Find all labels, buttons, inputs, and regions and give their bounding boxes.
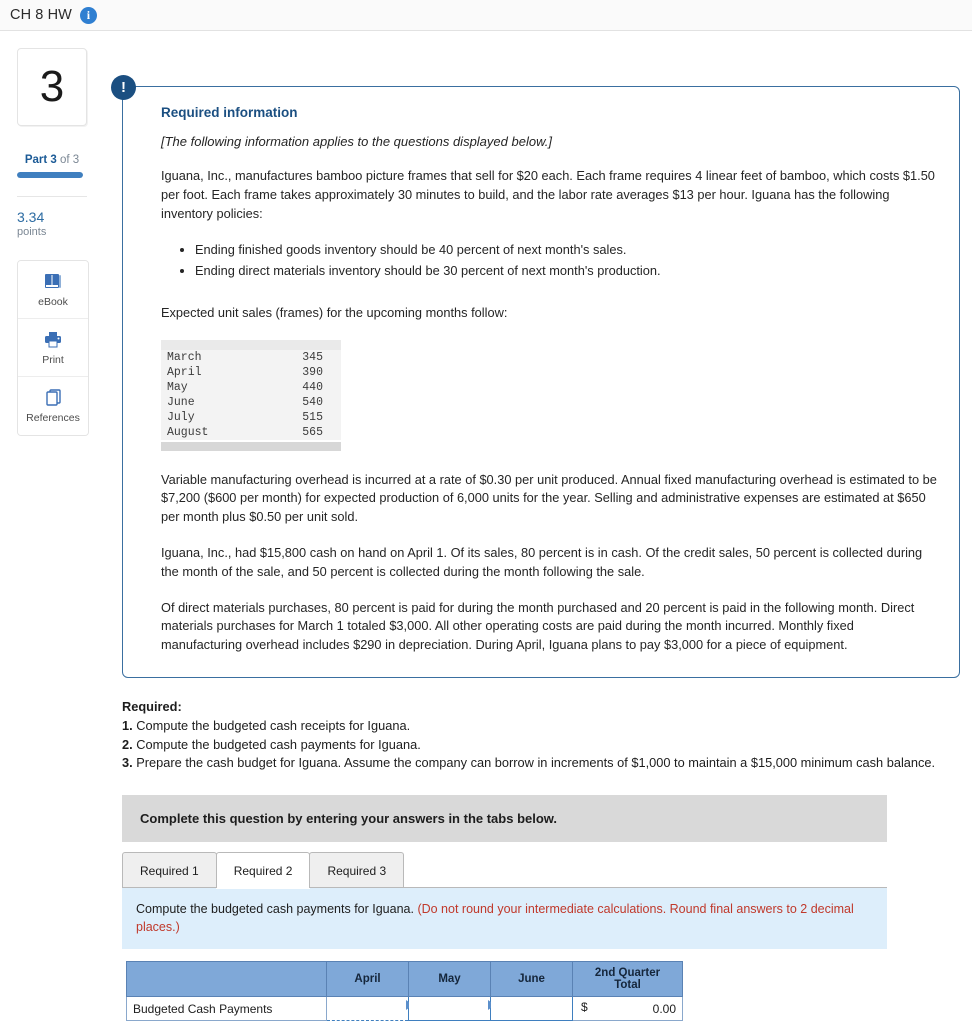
scenario-paragraph-5: Of direct materials purchases, 80 percen… <box>161 599 915 653</box>
quarter-total-value: 0.00 <box>652 1001 676 1016</box>
quarter-total-cell: $ 0.00 <box>572 996 683 1022</box>
required-item-number: 1. <box>122 717 133 733</box>
may-input-cell[interactable] <box>408 996 495 1022</box>
june-input-cell[interactable] <box>490 996 573 1022</box>
tab-required-3[interactable]: Required 3 <box>309 852 405 889</box>
table-row: June 540 <box>161 395 341 410</box>
question-number-card: 3 <box>17 48 87 126</box>
main-column: ! Required information [The following in… <box>110 31 972 1024</box>
print-icon <box>42 330 64 350</box>
list-item: Ending finished goods inventory should b… <box>195 240 937 261</box>
list-item: Ending direct materials inventory should… <box>195 261 937 282</box>
table-header-row: April May June 2nd Quarter Total <box>126 961 683 998</box>
sales-month: May <box>167 380 188 394</box>
inventory-policy-list: Ending finished goods inventory should b… <box>161 240 937 281</box>
part-current: Part 3 <box>24 154 57 166</box>
scenario-paragraph-2: Expected unit sales (frames) for the upc… <box>161 304 508 320</box>
sales-month: April <box>167 365 202 379</box>
sales-units: 540 <box>302 395 323 409</box>
tab-required-1[interactable]: Required 1 <box>122 852 217 889</box>
table-row: Budgeted Cash Payments $ 0.00 <box>126 996 683 1022</box>
instruction-text: Compute the budgeted cash payments for I… <box>136 902 418 917</box>
sales-month: July <box>167 410 195 424</box>
question-number: 3 <box>39 62 65 111</box>
header-june: June <box>490 961 573 998</box>
sales-units: 515 <box>302 410 323 424</box>
required-information-title: Required information <box>161 105 298 120</box>
references-button[interactable]: References <box>18 377 88 436</box>
part-total: of 3 <box>56 154 80 166</box>
answer-table: April May June 2nd Quarter Total Budgete… <box>126 961 683 1022</box>
required-item-text: Compute the budgeted cash receipts for I… <box>132 717 411 733</box>
alert-icon: ! <box>111 75 136 100</box>
top-bar: CH 8 HW i <box>0 0 972 31</box>
sales-table-foot <box>161 441 341 451</box>
required-item-text: Prepare the cash budget for Iguana. Assu… <box>132 755 936 771</box>
required-item-number: 2. <box>122 736 133 752</box>
print-label: Print <box>42 353 64 366</box>
required-information-card: ! Required information [The following in… <box>111 75 960 678</box>
scenario-paragraph-4: Iguana, Inc., had $15,800 cash on hand o… <box>161 545 923 579</box>
info-icon[interactable]: i <box>79 6 97 24</box>
sales-month: June <box>167 395 195 409</box>
table-row: August 565 <box>161 425 341 440</box>
complete-question-banner: Complete this question by entering your … <box>122 795 887 843</box>
points-block: 3.34 points <box>17 209 91 238</box>
table-row: March 345 <box>161 350 341 365</box>
page-body: 3 Part 3 of 3 3.34 points eBook Print Re… <box>0 31 972 1024</box>
points-value: 3.34 <box>17 209 45 225</box>
progress-fill <box>17 172 83 178</box>
sales-month: August <box>167 425 209 439</box>
required-item: 2. Compute the budgeted cash payments fo… <box>122 736 960 755</box>
sales-units: 345 <box>302 350 323 364</box>
points-label: points <box>17 226 47 239</box>
references-icon <box>42 388 64 408</box>
scenario-paragraph-3: Variable manufacturing overhead is incur… <box>161 471 937 525</box>
print-button[interactable]: Print <box>18 319 88 378</box>
table-row: May 440 <box>161 380 341 395</box>
header-april: April <box>326 961 409 998</box>
required-item-number: 3. <box>122 755 133 771</box>
applies-note: [The following information applies to th… <box>161 134 552 149</box>
expected-sales-table-wrap: March 345 April 390 May 440 June 540 July 515 Augu… <box>161 339 341 451</box>
tab-required-2[interactable]: Required 2 <box>215 852 311 890</box>
left-rail: 3 Part 3 of 3 3.34 points eBook Print Re… <box>0 31 110 1024</box>
progress-bar <box>17 172 83 178</box>
ebook-icon <box>42 272 64 292</box>
table-row: April 390 <box>161 365 341 380</box>
instruction-panel: Compute the budgeted cash payments for I… <box>122 888 887 950</box>
rail-divider <box>17 196 87 197</box>
sales-table-cap <box>161 339 341 350</box>
references-label: References <box>26 412 80 425</box>
april-input-cell[interactable] <box>326 996 413 1022</box>
requirement-tabs: Required 1 Required 2 Required 3 <box>122 852 887 890</box>
tool-card: eBook Print References <box>17 260 89 437</box>
part-label: Part 3 of 3 <box>17 154 87 166</box>
sales-month: March <box>167 350 202 364</box>
sales-units: 565 <box>302 425 323 439</box>
header-blank <box>126 961 327 998</box>
required-item: 1. Compute the budgeted cash receipts fo… <box>122 717 960 736</box>
sales-units: 390 <box>302 365 323 379</box>
sales-units: 440 <box>302 380 323 394</box>
part-progress: Part 3 of 3 <box>17 154 87 178</box>
header-may: May <box>408 961 491 998</box>
row-label-budgeted-cash-payments: Budgeted Cash Payments <box>126 996 327 1022</box>
expected-sales-table: March 345 April 390 May 440 June 540 July 515 Augu… <box>161 349 341 440</box>
required-heading: Required: <box>122 699 182 714</box>
scenario-paragraph-1: Iguana, Inc., manufactures bamboo pictur… <box>161 168 935 221</box>
required-item-text: Compute the budgeted cash payments for I… <box>132 736 421 752</box>
table-row: July 515 <box>161 410 341 425</box>
header-quarter-total: 2nd Quarter Total <box>572 961 683 998</box>
ebook-button[interactable]: eBook <box>18 261 88 320</box>
currency-symbol: $ <box>581 1000 588 1015</box>
required-item: 3. Prepare the cash budget for Iguana. A… <box>122 754 960 773</box>
required-section: Required: 1. Compute the budgeted cash r… <box>122 698 960 773</box>
ebook-label: eBook <box>38 295 68 308</box>
assignment-title: CH 8 HW <box>10 7 72 23</box>
answer-table-wrap: April May June 2nd Quarter Total Budgete… <box>126 961 972 1022</box>
